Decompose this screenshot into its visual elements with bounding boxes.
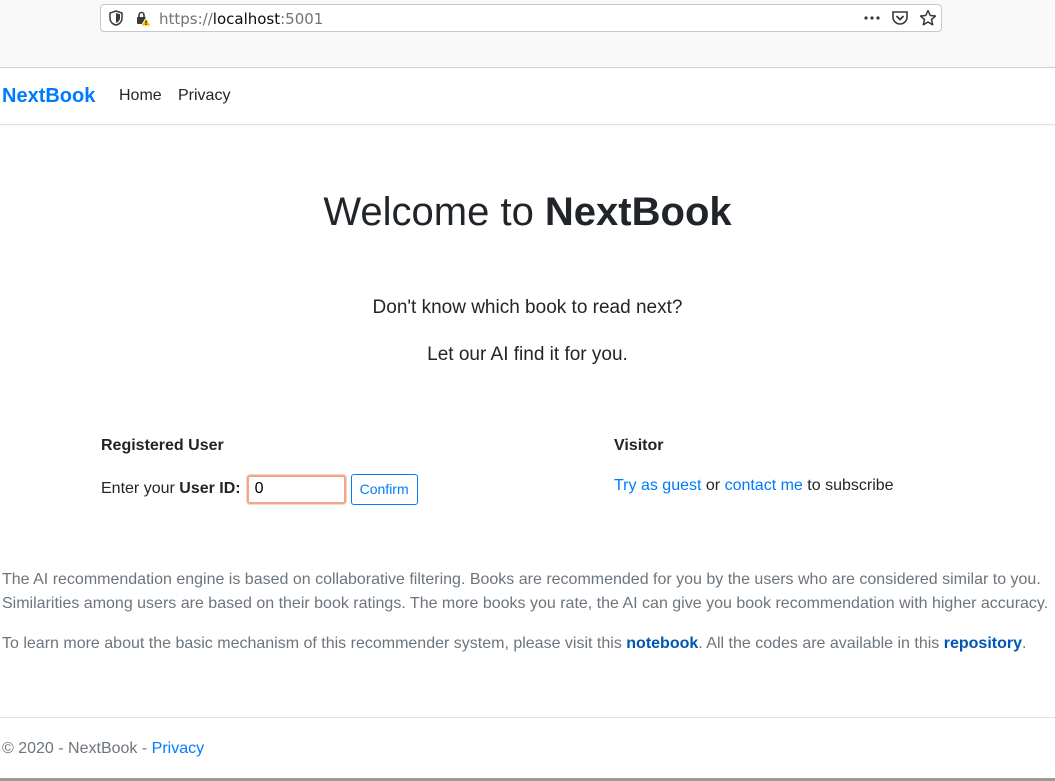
contact-me-link[interactable]: contact me [725, 477, 803, 494]
brand-link[interactable]: NextBook [2, 85, 95, 108]
footer-copyright: © 2020 - NextBook - [2, 740, 152, 757]
user-id-label-strong: User ID: [179, 480, 241, 497]
user-id-form: Enter your User ID: Confirm [101, 473, 418, 505]
registered-user-heading: Registered User [101, 437, 224, 454]
page-title: Welcome to NextBook [0, 190, 1055, 235]
visitor-options: Try as guest or contact me to subscribe [614, 477, 894, 495]
try-as-guest-link[interactable]: Try as guest [614, 477, 701, 494]
tagline-answer: Let our AI find it for you. [427, 344, 628, 365]
url-port: :5001 [280, 10, 324, 28]
learn-more-suffix: . [1022, 635, 1027, 652]
footer-text: © 2020 - NextBook - Privacy [2, 740, 204, 758]
shield-icon[interactable] [109, 10, 123, 26]
confirm-button[interactable]: Confirm [350, 473, 418, 505]
star-icon[interactable] [919, 9, 937, 27]
address-bar[interactable]: https://localhost:5001 [100, 4, 942, 32]
browser-toolbar: https://localhost:5001 [0, 0, 1055, 68]
url-actions [863, 9, 937, 27]
notebook-link[interactable]: notebook [626, 635, 698, 652]
nav-privacy-link[interactable]: Privacy [178, 87, 230, 105]
title-brand: NextBook [544, 190, 732, 234]
more-icon[interactable] [863, 9, 881, 27]
tagline-question: Don't know which book to read next? [372, 297, 683, 318]
visitor-heading: Visitor [614, 437, 664, 454]
title-prefix: Welcome to [323, 190, 545, 234]
lock-warning-icon[interactable] [135, 10, 151, 26]
nav-home-link[interactable]: Home [119, 87, 162, 105]
url-host: localhost [212, 10, 281, 28]
visitor-suffix-text: to subscribe [802, 477, 894, 494]
footer: © 2020 - NextBook - Privacy [0, 717, 1055, 781]
user-id-label-prefix: Enter your [101, 480, 180, 497]
user-id-label: Enter your User ID: [101, 480, 241, 498]
engine-description: The AI recommendation engine is based on… [2, 571, 1049, 612]
learn-more-prefix: To learn more about the basic mechanism … [2, 635, 627, 652]
repository-link[interactable]: repository [944, 635, 1022, 652]
visitor-or-text: or [701, 477, 725, 494]
pocket-icon[interactable] [891, 9, 909, 27]
footer-privacy-link[interactable]: Privacy [152, 740, 204, 757]
navbar: NextBook Home Privacy [0, 68, 1055, 125]
url-text[interactable]: https://localhost:5001 [159, 10, 323, 28]
url-scheme: https:// [159, 10, 213, 28]
learn-more-text: To learn more about the basic mechanism … [2, 632, 1055, 656]
user-id-input[interactable] [246, 474, 346, 504]
learn-more-middle: . All the codes are available in this [698, 635, 944, 652]
